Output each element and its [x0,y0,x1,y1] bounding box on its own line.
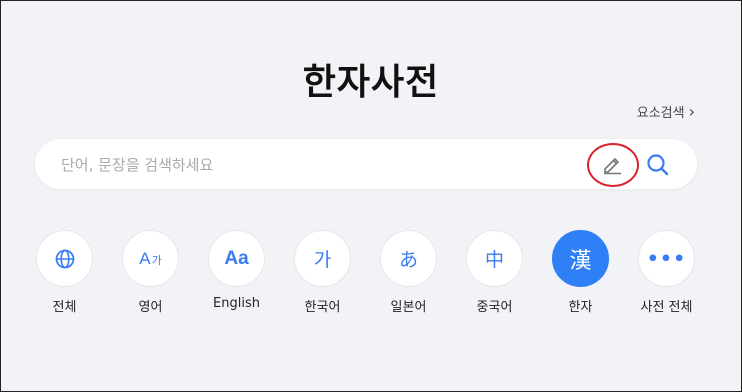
category-label: 전체 [52,300,77,315]
category-label: 일본어 [390,300,427,315]
category-label: 사전 전체 [640,300,693,315]
korean-small-glyph: 가 [151,253,162,267]
category-list: 전체 A 가 영어 Aa English 가 한국어 あ 일본어 中 중국어 漢… [36,230,695,315]
category-all[interactable]: 전체 [36,230,93,315]
category-label: English [213,296,260,311]
element-search-label: 요소검색 [636,106,685,121]
category-all-dictionaries[interactable]: ••• 사전 전체 [638,230,695,315]
category-hanja[interactable]: 漢 한자 [552,230,609,315]
category-korean[interactable]: 가 한국어 [294,230,351,315]
category-chinese[interactable]: 中 중국어 [466,230,523,315]
globe-icon [36,230,93,287]
chinese-icon: 中 [466,230,523,287]
english-glyph: A [139,248,151,268]
handwrite-button[interactable] [587,143,639,187]
search-button[interactable] [645,152,671,178]
category-label: 중국어 [476,300,513,315]
search-icon [647,154,669,176]
more-icon: ••• [638,230,695,287]
japanese-icon: あ [380,230,437,287]
search-bar [35,139,697,191]
category-label: 한국어 [304,300,341,315]
search-input[interactable] [59,139,583,191]
element-search-link[interactable]: 요소검색 › [637,102,695,121]
category-label: 한자 [568,300,593,315]
english-icon: A 가 [122,230,179,287]
category-english-korean[interactable]: A 가 영어 [122,230,179,315]
english-english-icon: Aa [208,230,265,287]
page-title: 한자사전 [302,62,440,103]
pencil-icon [604,158,621,175]
korean-icon: 가 [294,230,351,287]
app-frame: 한자사전 요소검색 › 단어, 문장을 검색하세요 전체 A 가 영어 Aa E… [0,0,742,392]
hanja-icon: 漢 [552,230,609,287]
category-japanese[interactable]: あ 일본어 [380,230,437,315]
category-label: 영어 [138,300,163,315]
category-english[interactable]: Aa English [208,230,265,315]
chevron-right-icon: › [688,101,695,121]
